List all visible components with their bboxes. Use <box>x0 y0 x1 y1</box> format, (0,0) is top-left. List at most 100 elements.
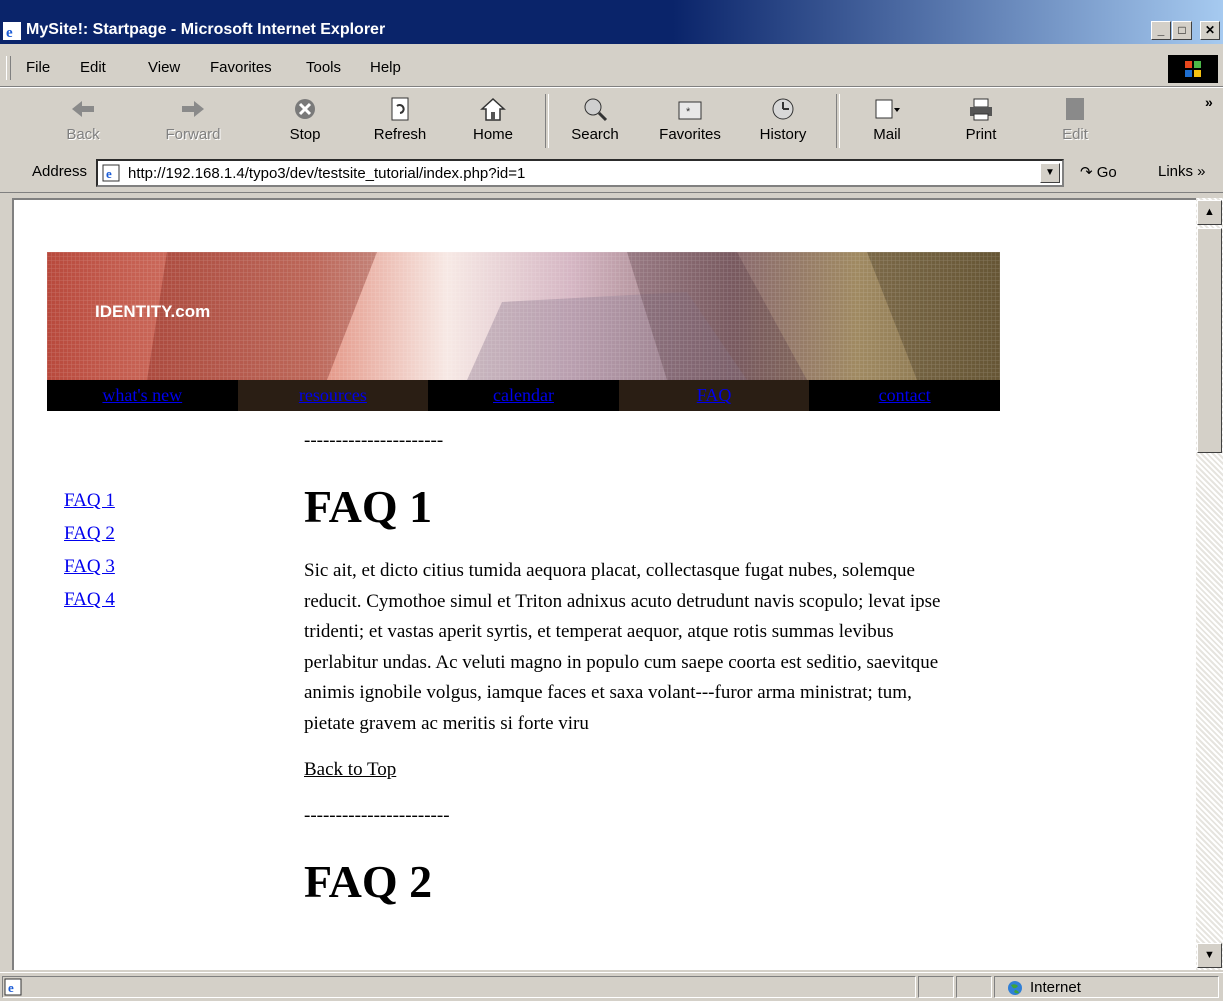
address-input[interactable]: e http://192.168.1.4/typo3/dev/testsite_… <box>96 159 1064 187</box>
stop-icon <box>295 99 315 119</box>
banner-brand-text: IDENTITY.com <box>95 302 211 321</box>
scroll-up-button[interactable]: ▲ <box>1197 200 1222 225</box>
history-button[interactable]: History <box>748 90 818 150</box>
nav-link-calendar[interactable]: calendar <box>493 385 554 405</box>
scroll-thumb[interactable] <box>1197 228 1222 453</box>
menu-bar: File Edit View Favorites Tools Help <box>0 50 1223 87</box>
status-zone-label: Internet <box>1030 979 1081 996</box>
nav-cell-faq: FAQ <box>618 380 810 411</box>
refresh-button[interactable]: Refresh <box>365 90 435 150</box>
content-divider: ---------------------- <box>304 430 444 451</box>
status-zone-panel <box>994 976 1219 998</box>
go-label: Go <box>1096 164 1117 181</box>
home-button[interactable]: Home <box>458 90 528 150</box>
print-label: Print <box>965 126 997 143</box>
printer-icon <box>970 98 992 121</box>
forward-button[interactable]: Forward <box>158 90 228 150</box>
search-globe-icon <box>584 98 608 122</box>
address-dropdown-button[interactable]: ▼ <box>1040 163 1060 183</box>
forward-arrow-icon <box>182 101 204 117</box>
nav-link-resources[interactable]: resources <box>299 385 367 405</box>
favorites-label: Favorites <box>659 126 721 143</box>
window-title: MySite!: Startpage - Microsoft Internet … <box>26 21 386 38</box>
stop-label: Stop <box>289 126 321 143</box>
back-label: Back <box>66 126 100 143</box>
menu-view[interactable]: View <box>148 59 180 76</box>
faq-2-heading: FAQ 2 <box>304 856 433 907</box>
home-icon <box>480 97 506 121</box>
faq-1-heading: FAQ 1 <box>304 481 433 532</box>
menu-edit[interactable]: Edit <box>80 59 106 76</box>
home-label: Home <box>472 126 513 143</box>
history-icon <box>772 98 794 120</box>
scroll-down-button[interactable]: ▼ <box>1197 943 1222 968</box>
nav-link-faq[interactable]: FAQ <box>697 385 732 405</box>
go-arrow-icon: ↷ <box>1080 164 1093 181</box>
back-to-top-link[interactable]: Back to Top <box>304 759 954 781</box>
mail-button[interactable]: Mail <box>852 90 922 150</box>
edit-button[interactable]: Edit <box>1040 90 1110 150</box>
search-label: Search <box>571 126 619 143</box>
menu-file[interactable]: File <box>26 59 50 76</box>
nav-cell-resources: resources <box>237 380 429 411</box>
back-arrow-icon <box>72 101 94 117</box>
status-bar: e Internet <box>0 972 1223 1001</box>
svg-text:e: e <box>106 166 112 181</box>
content-divider-2: ----------------------- <box>304 805 450 826</box>
address-bar: Address e http://192.168.1.4/typo3/dev/t… <box>0 156 1223 193</box>
print-button[interactable]: Print <box>946 90 1016 150</box>
svg-text:*: * <box>686 106 691 118</box>
svg-text:e: e <box>6 25 13 40</box>
standard-toolbar: Back Forward Stop Refresh Home Search * … <box>0 87 1223 157</box>
toolbar-separator <box>545 94 549 148</box>
menu-tools[interactable]: Tools <box>306 59 341 76</box>
ie-logo-icon: e <box>3 22 21 40</box>
faq-1-body: Sic ait, et dicto citius tumida aequora … <box>304 560 941 734</box>
search-button[interactable]: Search <box>560 90 630 150</box>
toolbar-chevron[interactable]: » <box>1205 94 1213 110</box>
minimize-button[interactable]: _ <box>1151 21 1171 40</box>
mail-label: Mail <box>873 126 901 143</box>
favorites-folder-icon: * <box>678 101 702 120</box>
site-banner: IDENTITY.com <box>47 252 1000 380</box>
favorites-button[interactable]: * Favorites <box>655 90 725 150</box>
nav-cell-contact: contact <box>809 380 1000 411</box>
toolbar-separator-2 <box>836 94 840 148</box>
sidebar-link-faq-1[interactable]: FAQ 1 <box>64 490 115 512</box>
forward-label: Forward <box>165 126 221 143</box>
edit-label: Edit <box>1062 126 1088 143</box>
main-content: ---------------------- FAQ 1 Sic ait, et… <box>304 430 954 931</box>
menu-help[interactable]: Help <box>370 59 401 76</box>
vertical-scrollbar[interactable]: ▲ ▼ <box>1196 198 1223 970</box>
refresh-label: Refresh <box>373 126 427 143</box>
maximize-button[interactable]: □ <box>1172 21 1192 40</box>
top-nav: what's new resources calendar FAQ contac… <box>47 380 1000 411</box>
edit-icon <box>1066 98 1084 120</box>
status-text-panel <box>2 976 916 998</box>
menubar-grip[interactable] <box>6 56 11 80</box>
back-button[interactable]: Back <box>48 90 118 150</box>
windows-logo-icon <box>1168 55 1218 83</box>
status-panel-1 <box>918 976 954 998</box>
title-bar: e MySite!: Startpage - Microsoft Interne… <box>0 0 1223 44</box>
mail-icon <box>875 99 900 119</box>
nav-cell-calendar: calendar <box>428 380 619 411</box>
page-ie-icon: e <box>102 164 120 182</box>
address-label: Address <box>32 163 88 180</box>
go-button[interactable]: ↷ Go <box>1080 163 1117 181</box>
refresh-icon <box>391 97 409 121</box>
nav-link-contact[interactable]: contact <box>879 385 931 405</box>
sidebar-link-faq-2[interactable]: FAQ 2 <box>64 523 115 545</box>
page-viewport: IDENTITY.com what's new resources calend… <box>12 198 1196 970</box>
sidebar-link-faq-4[interactable]: FAQ 4 <box>64 589 115 611</box>
status-panel-2 <box>956 976 992 998</box>
history-label: History <box>759 126 807 143</box>
nav-cell-whats-new: what's new <box>47 380 238 411</box>
menu-favorites[interactable]: Favorites <box>210 59 272 76</box>
sidebar-link-faq-3[interactable]: FAQ 3 <box>64 556 115 578</box>
links-button[interactable]: Links » <box>1158 163 1206 180</box>
close-button[interactable]: ✕ <box>1200 21 1220 40</box>
address-url: http://192.168.1.4/typo3/dev/testsite_tu… <box>128 165 526 182</box>
nav-link-whats-new[interactable]: what's new <box>102 385 182 405</box>
stop-button[interactable]: Stop <box>270 90 340 150</box>
